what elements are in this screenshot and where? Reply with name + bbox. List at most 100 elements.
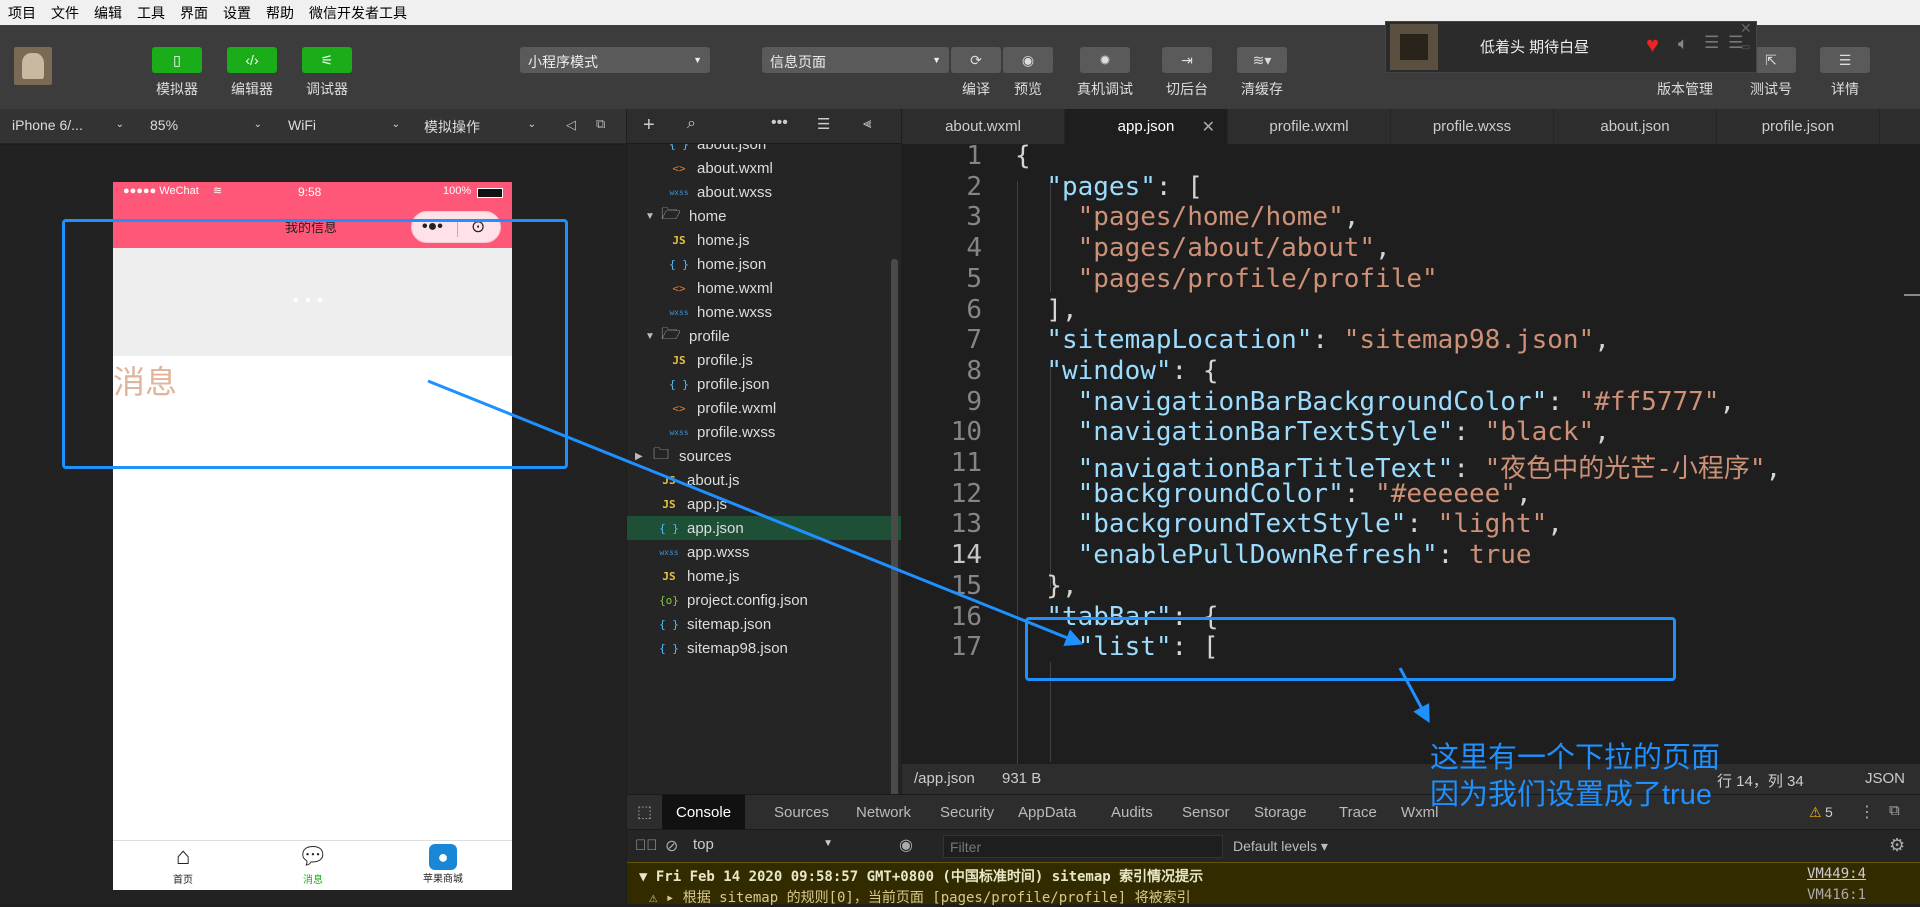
page-select[interactable]: 信息页面 ▼ — [762, 47, 949, 73]
filter-input[interactable]: Filter — [943, 835, 1223, 858]
simulator-button[interactable]: ▯ 模拟器 — [152, 47, 202, 99]
file-item[interactable]: { } app.json — [627, 516, 901, 540]
playlist-icon[interactable]: ☰ — [1704, 33, 1719, 53]
file-item[interactable]: wxss home.wxss — [627, 300, 901, 324]
editor-tab[interactable]: profile.wxml — [1228, 109, 1391, 144]
clear-cache-button[interactable]: ≋▾ 清缓存 — [1236, 47, 1288, 99]
devtools-tab-network[interactable]: Network — [856, 804, 911, 821]
menu-item[interactable]: 微信开发者工具 — [309, 3, 407, 23]
context-select[interactable]: top ▼ — [693, 836, 833, 858]
file-name: sources — [679, 447, 732, 465]
file-item[interactable]: JS profile.js — [627, 348, 901, 372]
devtools-tab-sensor[interactable]: Sensor — [1182, 804, 1230, 821]
file-item[interactable]: JS home.js — [627, 564, 901, 588]
dock-icon[interactable]: ⧉ — [1889, 802, 1900, 819]
file-item[interactable]: {o} project.config.json — [627, 588, 901, 612]
kebab-menu-icon[interactable]: ⋮ — [1859, 802, 1875, 822]
mode-select[interactable]: 小程序模式 ▼ — [520, 47, 710, 73]
clear-console-icon[interactable]: ⊘ — [665, 836, 678, 856]
file-item[interactable]: <> home.wxml — [627, 276, 901, 300]
volume-icon[interactable]: 🔈︎ — [1678, 34, 1688, 54]
file-item[interactable]: <> about.wxml — [627, 156, 901, 180]
switch-icon: ⇥ — [1162, 47, 1212, 73]
zoom-select[interactable]: 85% ⌄ — [150, 117, 262, 133]
user-avatar[interactable] — [14, 47, 52, 85]
tab-home[interactable]: ⌂ 首页 — [153, 843, 213, 886]
file-item[interactable]: <> profile.wxml — [627, 396, 901, 420]
close-icon[interactable]: ✕ — [1740, 20, 1752, 37]
folder-item[interactable]: ▼ 🗁︎ home — [627, 204, 901, 228]
mute-icon[interactable]: ◁ — [566, 117, 576, 133]
file-item[interactable]: JS app.js — [627, 492, 901, 516]
menu-item[interactable]: 编辑 — [94, 3, 122, 23]
editor-button[interactable]: ‹/› 编辑器 — [227, 47, 277, 99]
details-button[interactable]: ☰ 详情 — [1820, 47, 1870, 99]
file-item[interactable]: wxss app.wxss — [627, 540, 901, 564]
chevron-down-icon[interactable]: ▼ — [645, 211, 659, 222]
background-button[interactable]: ⇥ 切后台 — [1161, 47, 1213, 99]
tab-messages[interactable]: 💬︎ 消息 — [283, 843, 343, 886]
add-icon[interactable]: + — [643, 114, 655, 137]
tab-apple-store[interactable]: ● 苹果商城 — [413, 843, 473, 885]
language-mode[interactable]: JSON — [1865, 770, 1905, 787]
devtools-tab-trace[interactable]: Trace — [1339, 804, 1377, 821]
file-item[interactable]: wxss profile.wxss — [627, 420, 901, 444]
sidebar-toggle-icon[interactable]: ▶⃞ — [635, 837, 658, 854]
heart-icon[interactable]: ♥ — [1646, 32, 1659, 58]
collapse-icon[interactable]: ⫷ — [863, 115, 871, 132]
device-select[interactable]: iPhone 6/... ⌄ — [12, 117, 124, 133]
eye-icon[interactable]: ◉ — [899, 835, 913, 855]
devtools-tab-security[interactable]: Security — [940, 804, 994, 821]
settings-gear-icon[interactable]: ⚙ — [1889, 835, 1905, 856]
editor-tab[interactable]: about.wxml — [902, 109, 1065, 144]
battery-icon — [477, 188, 503, 198]
editor-tab[interactable]: profile.wxss — [1391, 109, 1554, 144]
file-item[interactable]: { } sitemap.json — [627, 612, 901, 636]
console-warning-row[interactable]: ⚠ ▸ 根据 sitemap 的规则[0]，当前页面 [pages/profil… — [627, 884, 1920, 906]
menu-item[interactable]: 设置 — [223, 3, 251, 23]
folder-item[interactable]: ▼ 🗁︎ profile — [627, 324, 901, 348]
menu-item[interactable]: 项目 — [8, 3, 36, 23]
console-source-link[interactable]: VM416:1 — [1807, 887, 1866, 903]
devtools-tab-sources[interactable]: Sources — [774, 804, 829, 821]
file-item[interactable]: { } profile.json — [627, 372, 901, 396]
console-source-link[interactable]: VM449:4 — [1807, 866, 1866, 882]
sort-icon[interactable]: ☰ — [817, 115, 830, 133]
popout-icon[interactable]: ⧉ — [596, 116, 605, 132]
chevron-down-icon[interactable]: ▼ — [645, 331, 659, 342]
devtools-tab-console[interactable]: Console — [662, 795, 746, 830]
close-tab-icon[interactable]: ✕ — [1202, 117, 1215, 137]
menu-item[interactable]: 工具 — [137, 3, 165, 23]
devtools-tab-appdata[interactable]: AppData — [1018, 804, 1076, 821]
file-item[interactable]: { } about.json — [627, 144, 901, 156]
line-number: 11 — [950, 448, 982, 478]
compile-button[interactable]: ⟳ 编译 — [951, 47, 1001, 99]
file-item[interactable]: { } home.json — [627, 252, 901, 276]
file-item[interactable]: JS about.js — [627, 468, 901, 492]
debugger-button[interactable]: ⚟ 调试器 — [302, 47, 352, 99]
preview-button[interactable]: ◉ 预览 — [1003, 47, 1053, 99]
file-item[interactable]: JS home.js — [627, 228, 901, 252]
editor-tab-label: about.wxml — [945, 118, 1021, 135]
real-debug-button[interactable]: ✹ 真机调试 — [1073, 47, 1137, 99]
file-item[interactable]: { } sitemap98.json — [627, 636, 901, 660]
minimize-icon[interactable]: ▭ — [1741, 42, 1750, 53]
menu-item[interactable]: 文件 — [51, 3, 79, 23]
editor-tab[interactable]: profile.json — [1717, 109, 1880, 144]
folder-item[interactable]: ▶ 🗀︎ sources — [627, 444, 901, 468]
editor-tab[interactable]: app.json ✕ — [1065, 109, 1228, 144]
more-icon[interactable]: ••• — [771, 114, 788, 132]
console-group-row[interactable]: ▼ Fri Feb 14 2020 09:58:57 GMT+0800 (中国标… — [627, 862, 1920, 885]
network-select[interactable]: WiFi ⌄ — [288, 117, 400, 133]
devtools-tab-audits[interactable]: Audits — [1111, 804, 1153, 821]
chevron-right-icon[interactable]: ▶ — [635, 451, 649, 462]
editor-tab[interactable]: about.json — [1554, 109, 1717, 144]
operation-select[interactable]: 模拟操作 ⌄ — [424, 117, 536, 137]
search-icon[interactable]: ⌕ — [687, 115, 696, 133]
menu-item[interactable]: 帮助 — [266, 3, 294, 23]
log-levels-select[interactable]: Default levels ▾ — [1233, 838, 1328, 855]
file-item[interactable]: wxss about.wxss — [627, 180, 901, 204]
menu-item[interactable]: 界面 — [180, 3, 208, 23]
minimap-cursor-marker — [1904, 294, 1920, 296]
devtools-tab-storage[interactable]: Storage — [1254, 804, 1307, 821]
